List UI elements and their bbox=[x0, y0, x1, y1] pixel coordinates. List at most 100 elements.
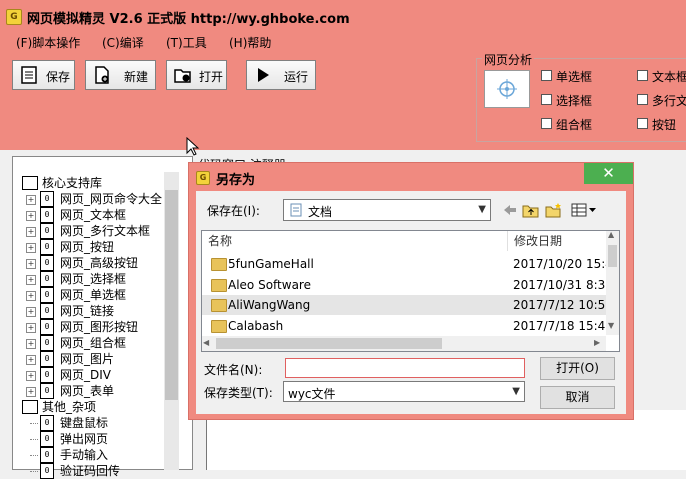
file-date: 2017/7/18 15:46 bbox=[513, 319, 613, 333]
dialog-title: 另存为 bbox=[216, 173, 256, 188]
play-icon bbox=[258, 68, 269, 82]
save-in-dropdown[interactable]: 文档 ▼ bbox=[283, 199, 491, 221]
menu-script[interactable]: (F)脚本操作 bbox=[16, 34, 80, 51]
tree-item-label: 网页_按钮 bbox=[60, 240, 115, 254]
up-folder-icon[interactable] bbox=[522, 202, 540, 218]
file-name: Aleo Software bbox=[228, 278, 311, 292]
tree-item-label: 弹出网页 bbox=[60, 432, 109, 446]
expand-icon[interactable]: + bbox=[26, 259, 36, 269]
documents-icon bbox=[290, 203, 302, 217]
open-button[interactable]: 打开 bbox=[166, 60, 227, 90]
multiline-checkbox[interactable] bbox=[637, 94, 648, 105]
file-name: 5funGameHall bbox=[228, 257, 314, 271]
tree-line bbox=[30, 439, 38, 440]
expand-icon[interactable]: + bbox=[26, 387, 36, 397]
script-doc-icon: 0 bbox=[40, 303, 54, 319]
new-folder-icon[interactable] bbox=[545, 202, 563, 218]
expand-icon[interactable]: + bbox=[26, 243, 36, 253]
file-date: 2017/7/12 10:58 bbox=[513, 298, 613, 312]
open-folder-icon bbox=[174, 69, 191, 83]
expand-icon[interactable]: + bbox=[26, 355, 36, 365]
expand-icon[interactable]: + bbox=[26, 275, 36, 285]
scroll-up-icon[interactable]: ▲ bbox=[608, 230, 614, 239]
filename-input[interactable] bbox=[285, 358, 525, 378]
folder-icon bbox=[211, 258, 227, 271]
save-label: 保存 bbox=[46, 70, 71, 84]
expand-icon[interactable]: + bbox=[26, 323, 36, 333]
expand-icon[interactable]: + bbox=[26, 211, 36, 221]
script-doc-icon: 0 bbox=[40, 239, 54, 255]
book-icon bbox=[22, 400, 38, 414]
menu-tools[interactable]: (T)工具 bbox=[166, 34, 207, 51]
dialog-close-button[interactable]: ✕ bbox=[584, 163, 633, 184]
filetype-label: 保存类型(T): bbox=[204, 386, 273, 400]
new-button[interactable]: 新建 bbox=[85, 60, 156, 90]
analysis-title: 网页分析 bbox=[482, 51, 535, 68]
menu-help[interactable]: (H)帮助 bbox=[229, 34, 271, 51]
expand-icon[interactable]: + bbox=[26, 291, 36, 301]
tree-root-label: 其他_杂项 bbox=[42, 400, 97, 414]
script-doc-icon: 0 bbox=[40, 223, 54, 239]
book-icon bbox=[22, 176, 38, 190]
scroll-left-icon[interactable]: ◀ bbox=[203, 338, 209, 347]
hscroll-thumb[interactable] bbox=[216, 338, 442, 349]
menu-compile[interactable]: (C)编译 bbox=[102, 34, 144, 51]
textbox-label: 文本框 bbox=[652, 70, 686, 84]
textbox-checkbox[interactable] bbox=[637, 70, 648, 81]
expand-icon[interactable]: + bbox=[26, 195, 36, 205]
button-label: 按钮 bbox=[652, 118, 677, 132]
column-date-header[interactable]: 修改日期 bbox=[514, 232, 562, 249]
file-row-hovered[interactable]: AliWangWang 2017/7/12 10:58 bbox=[202, 295, 613, 315]
back-arrow-icon[interactable] bbox=[502, 202, 518, 218]
app-logo-icon: G bbox=[6, 9, 22, 25]
script-doc-icon: 0 bbox=[40, 351, 54, 367]
open-label: 打开 bbox=[199, 70, 224, 84]
select-box-checkbox[interactable] bbox=[541, 94, 552, 105]
target-icon[interactable] bbox=[484, 70, 530, 108]
run-button[interactable]: 运行 bbox=[246, 60, 316, 90]
script-doc-icon: 0 bbox=[40, 287, 54, 303]
open-confirm-button[interactable]: 打开(O) bbox=[540, 357, 615, 380]
script-doc-icon: 0 bbox=[40, 383, 54, 399]
expand-icon[interactable]: + bbox=[26, 371, 36, 381]
file-list-vscrollbar[interactable]: ▲ ▼ bbox=[606, 230, 619, 335]
combobox-checkbox[interactable] bbox=[541, 118, 552, 129]
expand-icon[interactable]: + bbox=[26, 307, 36, 317]
expand-icon[interactable]: + bbox=[26, 339, 36, 349]
file-row[interactable]: Aleo Software 2017/10/31 8:37 bbox=[202, 275, 613, 295]
scroll-right-icon[interactable]: ▶ bbox=[594, 338, 600, 347]
save-in-label: 保存在(I): bbox=[207, 204, 260, 218]
file-date: 2017/10/20 15:4 bbox=[513, 257, 613, 271]
expand-icon[interactable]: + bbox=[26, 227, 36, 237]
button-checkbox[interactable] bbox=[637, 118, 648, 129]
combobox-label: 组合框 bbox=[556, 118, 593, 132]
app-title: 网页模拟精灵 V2.6 正式版 http://wy.ghboke.com bbox=[27, 12, 350, 27]
file-row[interactable]: 5funGameHall 2017/10/20 15:4 bbox=[202, 254, 613, 274]
tree-item-label: 网页_多行文本框 bbox=[60, 224, 151, 238]
cancel-button[interactable]: 取消 bbox=[540, 386, 615, 409]
filetype-dropdown[interactable]: wyc文件 ▼ bbox=[283, 381, 525, 402]
tree-scroll-thumb[interactable] bbox=[165, 190, 178, 400]
single-select-checkbox[interactable] bbox=[541, 70, 552, 81]
script-doc-icon: 0 bbox=[40, 207, 54, 223]
file-date: 2017/10/31 8:37 bbox=[513, 278, 613, 292]
save-in-value: 文档 bbox=[308, 205, 333, 219]
script-doc-icon: 0 bbox=[40, 431, 54, 447]
vscroll-thumb[interactable] bbox=[608, 245, 617, 267]
tree-item-label: 网页_表单 bbox=[60, 384, 115, 398]
chevron-down-icon: ▼ bbox=[478, 204, 486, 215]
tree-item-label: 网页_链接 bbox=[60, 304, 115, 318]
save-button[interactable]: 保存 bbox=[12, 60, 75, 90]
view-menu-icon[interactable] bbox=[571, 202, 597, 218]
file-row[interactable]: Calabash 2017/7/18 15:46 bbox=[202, 316, 613, 336]
tree-item-label: 键盘鼠标 bbox=[60, 416, 109, 430]
tree-item-label: 网页_图形按钮 bbox=[60, 320, 139, 334]
script-doc-icon: 0 bbox=[40, 319, 54, 335]
scroll-down-icon[interactable]: ▼ bbox=[608, 321, 614, 330]
column-name-header[interactable]: 名称 bbox=[208, 232, 232, 249]
script-doc-icon: 0 bbox=[40, 335, 54, 351]
script-doc-icon: 0 bbox=[40, 271, 54, 287]
script-doc-icon: 0 bbox=[40, 463, 54, 479]
save-doc-icon bbox=[21, 66, 37, 84]
script-doc-icon: 0 bbox=[40, 447, 54, 463]
